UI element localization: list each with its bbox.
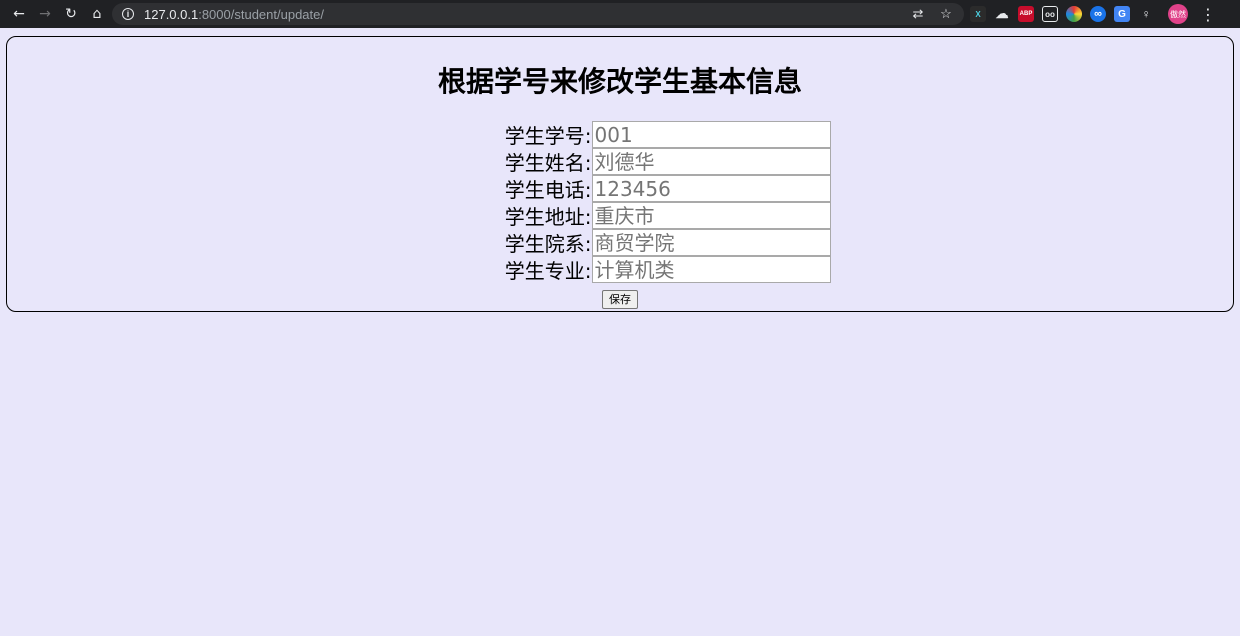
student-id-field[interactable] xyxy=(591,121,831,148)
site-info-icon[interactable]: i xyxy=(122,8,134,20)
student-name-field[interactable] xyxy=(591,148,831,175)
student-name-label: 学生姓名: xyxy=(504,151,592,175)
save-button[interactable]: 保存 xyxy=(602,290,638,309)
color-ext-icon[interactable] xyxy=(1066,6,1082,22)
translate-page-icon[interactable]: ⇄ xyxy=(910,6,926,22)
xpath-ext-icon[interactable]: X xyxy=(970,6,986,22)
student-phone-field[interactable] xyxy=(591,175,831,202)
page-title: 根据学号来修改学生基本信息 xyxy=(437,65,802,98)
student-id-label: 学生学号: xyxy=(504,124,592,148)
student-department-label: 学生院系: xyxy=(504,232,592,256)
adblock-ext-icon[interactable]: ABP xyxy=(1018,6,1034,22)
browser-toolbar: ← → ↻ ⌂ i 127.0.0.1:8000/student/update/… xyxy=(0,0,1240,28)
bookmark-star-icon[interactable]: ☆ xyxy=(938,6,954,22)
student-major-field[interactable] xyxy=(591,256,831,283)
form-row-student-major: 学生专业: xyxy=(496,256,831,283)
translate-ext-icon[interactable]: G xyxy=(1114,6,1130,22)
student-department-field[interactable] xyxy=(591,229,831,256)
student-address-label: 学生地址: xyxy=(504,205,592,229)
url-path: :8000/student/update/ xyxy=(198,6,324,22)
form-row-student-department: 学生院系: xyxy=(496,229,831,256)
cloud-ext-icon[interactable]: ☁ xyxy=(994,6,1010,22)
avatar[interactable]: 傲然 xyxy=(1168,4,1188,24)
reload-icon[interactable]: ↻ xyxy=(58,1,84,27)
student-update-form: 学生学号: 学生姓名: 学生电话: 学生地址: 学生院系: 学生专业: 保存 xyxy=(7,121,1233,309)
forward-arrow-icon[interactable]: → xyxy=(32,1,58,27)
extensions-bar: X ☁ ABP oo ∞ G ♀ 傲然 ⋮ xyxy=(970,4,1216,24)
url-host: 127.0.0.1 xyxy=(144,6,199,22)
address-bar[interactable]: i 127.0.0.1:8000/student/update/ ⇄ ☆ xyxy=(112,3,964,25)
glasses-ext-icon[interactable]: oo xyxy=(1042,6,1058,22)
back-arrow-icon[interactable]: ← xyxy=(6,1,32,27)
bulb-ext-icon[interactable]: ♀ xyxy=(1138,6,1154,22)
form-row-student-name: 学生姓名: xyxy=(496,148,831,175)
student-address-field[interactable] xyxy=(591,202,831,229)
form-row-student-id: 学生学号: xyxy=(496,121,831,148)
infinity-ext-icon[interactable]: ∞ xyxy=(1090,6,1106,22)
home-icon[interactable]: ⌂ xyxy=(84,1,110,27)
student-phone-label: 学生电话: xyxy=(504,178,592,202)
form-row-student-phone: 学生电话: xyxy=(496,175,831,202)
form-row-student-address: 学生地址: xyxy=(496,202,831,229)
student-major-label: 学生专业: xyxy=(504,259,592,283)
more-menu-icon[interactable]: ⋮ xyxy=(1200,5,1216,24)
update-form-panel: 根据学号来修改学生基本信息 学生学号: 学生姓名: 学生电话: 学生地址: 学生… xyxy=(6,36,1234,312)
